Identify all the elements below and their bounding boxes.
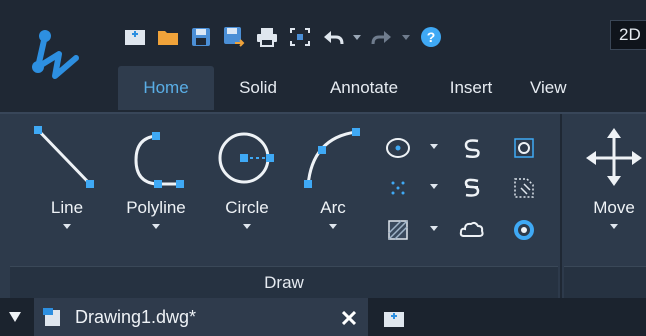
print-icon[interactable] — [250, 20, 283, 54]
move-label: Move — [593, 198, 635, 217]
tab-view[interactable]: View — [516, 66, 576, 110]
circle-icon — [218, 132, 274, 184]
hatch-dropdown-icon[interactable] — [430, 226, 440, 236]
redo-icon[interactable] — [365, 20, 398, 54]
redo-dropdown-icon[interactable] — [398, 34, 414, 40]
move-icon — [586, 128, 642, 186]
ellipse-icon[interactable] — [384, 134, 412, 162]
circle-label: Circle — [225, 198, 269, 217]
new-tab-icon[interactable] — [380, 304, 408, 332]
polyline-tool-button[interactable]: Polyline — [110, 118, 202, 229]
line-dropdown-icon[interactable] — [63, 224, 71, 229]
tab-annotate[interactable]: Annotate — [302, 66, 426, 110]
move-dropdown-icon[interactable] — [610, 224, 618, 229]
spline-icon[interactable] — [458, 134, 486, 162]
ribbon-top-line — [0, 112, 646, 114]
zoom-extents-icon[interactable] — [283, 20, 316, 54]
save-as-icon[interactable] — [217, 20, 250, 54]
line-tool-button[interactable]: Line — [28, 118, 106, 229]
quick-access-toolbar: ? — [118, 18, 447, 56]
app-logo[interactable] — [12, 14, 102, 104]
document-list-dropdown-icon[interactable] — [4, 304, 26, 330]
dwg-file-icon — [40, 304, 66, 330]
ellipse-dropdown-icon[interactable] — [430, 144, 440, 154]
polyline-icon — [134, 132, 184, 188]
boundary-icon[interactable] — [510, 174, 538, 202]
new-file-icon[interactable] — [118, 20, 151, 54]
tab-insert[interactable]: Insert — [426, 66, 516, 110]
wipeout-icon[interactable] — [510, 134, 538, 162]
hatch-icon[interactable] — [384, 216, 412, 244]
line-icon — [34, 126, 94, 188]
tab-home[interactable]: Home — [118, 66, 214, 110]
workspace-selector[interactable]: 2D — [610, 20, 646, 50]
circle-tool-button[interactable]: Circle — [204, 118, 290, 229]
ribbon-tabs: Home Solid Annotate Insert View — [118, 66, 576, 110]
point-icon[interactable] — [384, 174, 412, 202]
arc-dropdown-icon[interactable] — [329, 224, 337, 229]
arc-tool-button[interactable]: Arc — [292, 118, 374, 229]
help-icon[interactable]: ? — [414, 20, 447, 54]
arc-label: Arc — [320, 198, 346, 217]
draw-panel-label: Draw — [264, 272, 304, 292]
tab-solid[interactable]: Solid — [214, 66, 302, 110]
modify-panel-title-bar[interactable] — [564, 266, 646, 298]
open-folder-icon[interactable] — [151, 20, 184, 54]
polyline-dropdown-icon[interactable] — [152, 224, 160, 229]
undo-icon[interactable] — [316, 20, 349, 54]
svg-text:?: ? — [426, 29, 435, 45]
point-dropdown-icon[interactable] — [430, 184, 440, 194]
document-tab-name: Drawing1.dwg* — [75, 307, 197, 327]
helix-icon[interactable] — [458, 174, 486, 202]
donut-icon[interactable] — [510, 216, 538, 244]
move-tool-button[interactable]: Move — [576, 118, 646, 229]
undo-dropdown-icon[interactable] — [349, 34, 365, 40]
panel-separator — [560, 114, 562, 298]
close-tab-icon[interactable] — [338, 306, 360, 330]
revision-cloud-icon[interactable] — [458, 216, 486, 244]
save-icon[interactable] — [184, 20, 217, 54]
polyline-label: Polyline — [126, 198, 186, 217]
circle-dropdown-icon[interactable] — [243, 224, 251, 229]
line-label: Line — [50, 198, 84, 217]
arc-icon — [304, 128, 360, 188]
draw-panel-title[interactable]: Draw — [10, 266, 558, 298]
